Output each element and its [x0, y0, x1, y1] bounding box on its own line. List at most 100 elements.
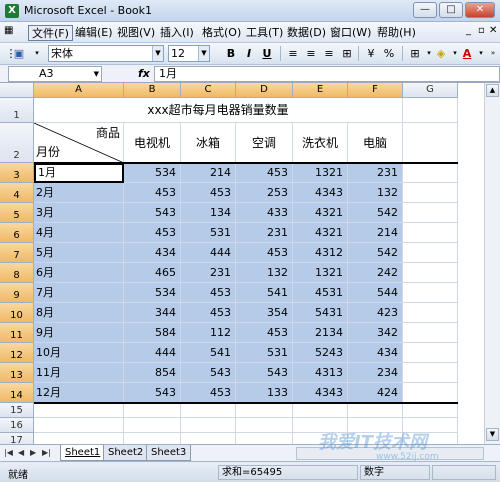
row-header-13[interactable]: 13 — [0, 363, 34, 383]
data-cell[interactable]: 465 — [124, 263, 181, 283]
row-header-8[interactable]: 8 — [0, 263, 34, 283]
data-cell[interactable]: 453 — [124, 223, 181, 243]
data-cell[interactable]: 4343 — [293, 383, 348, 403]
data-cell[interactable]: 854 — [124, 363, 181, 383]
data-cell[interactable]: 453 — [236, 323, 293, 343]
formula-input[interactable]: 1月 — [154, 66, 500, 82]
cell-g[interactable] — [403, 323, 458, 343]
excel-app-icon[interactable]: X — [5, 4, 19, 18]
data-cell[interactable]: 1321 — [293, 263, 348, 283]
data-cell[interactable]: 543 — [124, 383, 181, 403]
data-cell[interactable]: 4321 — [293, 223, 348, 243]
data-cell[interactable]: 534 — [124, 283, 181, 303]
column-title-cell[interactable]: 冰箱 — [181, 123, 236, 163]
active-cell[interactable]: 1月 — [34, 163, 124, 183]
percent-button[interactable]: % — [380, 45, 398, 62]
insert-function-icon[interactable]: fx — [138, 67, 150, 80]
empty-cell[interactable] — [403, 418, 458, 433]
empty-cell[interactable] — [181, 418, 236, 433]
empty-cell[interactable] — [124, 403, 181, 418]
worksheet-grid[interactable]: ABCDEFG 1 2 3 4 5 6 7 8 9 10 11 12 13 14 15 16 17 xxx超市每… — [0, 83, 500, 448]
month-cell[interactable]: 10月 — [34, 343, 124, 363]
data-cell[interactable]: 534 — [124, 163, 181, 183]
column-header-d[interactable]: D — [236, 83, 293, 98]
data-cell[interactable]: 1321 — [293, 163, 348, 183]
row-header-10[interactable]: 10 — [0, 303, 34, 323]
menu-file[interactable]: 文件(F) — [28, 25, 73, 41]
empty-cell[interactable] — [348, 418, 403, 433]
data-cell[interactable]: 134 — [181, 203, 236, 223]
empty-cell[interactable] — [124, 418, 181, 433]
cell-g[interactable] — [403, 383, 458, 403]
menu-view[interactable]: 视图(V) — [114, 25, 158, 41]
data-cell[interactable]: 234 — [348, 363, 403, 383]
row-header-6[interactable]: 6 — [0, 223, 34, 243]
row-header-1[interactable]: 1 — [0, 98, 34, 123]
data-cell[interactable]: 544 — [348, 283, 403, 303]
data-cell[interactable]: 543 — [236, 363, 293, 383]
data-cell[interactable]: 453 — [181, 183, 236, 203]
data-cell[interactable]: 231 — [348, 163, 403, 183]
month-cell[interactable]: 3月 — [34, 203, 124, 223]
month-cell[interactable]: 7月 — [34, 283, 124, 303]
chevron-down-icon[interactable]: ▼ — [198, 46, 209, 61]
data-cell[interactable]: 434 — [348, 343, 403, 363]
row-header-3[interactable]: 3 — [0, 163, 34, 183]
cell-g2[interactable] — [403, 123, 458, 163]
data-cell[interactable]: 4313 — [293, 363, 348, 383]
bold-button[interactable]: B — [222, 45, 240, 62]
row-header-9[interactable]: 9 — [0, 283, 34, 303]
data-cell[interactable]: 214 — [348, 223, 403, 243]
data-cell[interactable]: 444 — [124, 343, 181, 363]
cell-g[interactable] — [403, 243, 458, 263]
vertical-scrollbar[interactable]: ▲ ▼ — [484, 83, 500, 444]
data-cell[interactable]: 543 — [124, 203, 181, 223]
data-cell[interactable]: 542 — [348, 243, 403, 263]
cell-g[interactable] — [403, 343, 458, 363]
currency-button[interactable]: ¥ — [362, 45, 380, 62]
empty-cell[interactable] — [181, 403, 236, 418]
diagonal-header-cell[interactable]: 商品 月份 — [34, 123, 124, 163]
column-header-c[interactable]: C — [181, 83, 236, 98]
data-cell[interactable]: 242 — [348, 263, 403, 283]
column-header-f[interactable]: F — [348, 83, 403, 98]
data-cell[interactable]: 5431 — [293, 303, 348, 323]
month-cell[interactable]: 11月 — [34, 363, 124, 383]
data-cell[interactable]: 444 — [181, 243, 236, 263]
menu-tools[interactable]: 工具(T) — [243, 25, 286, 41]
month-cell[interactable]: 2月 — [34, 183, 124, 203]
row-header-2[interactable]: 2 — [0, 123, 34, 163]
doc-restore-icon[interactable]: ▫ — [478, 25, 485, 36]
scroll-up-icon[interactable]: ▲ — [486, 84, 499, 97]
data-cell[interactable]: 2134 — [293, 323, 348, 343]
toolbar-options-icon[interactable]: ▾ — [28, 45, 46, 62]
data-cell[interactable]: 542 — [348, 203, 403, 223]
data-cell[interactable]: 133 — [236, 383, 293, 403]
column-title-cell[interactable]: 电视机 — [124, 123, 181, 163]
row-header-4[interactable]: 4 — [0, 183, 34, 203]
data-cell[interactable]: 424 — [348, 383, 403, 403]
scroll-down-icon[interactable]: ▼ — [486, 428, 499, 441]
data-cell[interactable]: 253 — [236, 183, 293, 203]
data-cell[interactable]: 342 — [348, 323, 403, 343]
first-sheet-icon[interactable]: |◀ — [4, 448, 13, 457]
data-cell[interactable]: 584 — [124, 323, 181, 343]
last-sheet-icon[interactable]: ▶| — [42, 448, 51, 457]
merge-center-icon[interactable]: ⊞ — [338, 45, 356, 62]
empty-cell[interactable] — [403, 403, 458, 418]
data-cell[interactable]: 5243 — [293, 343, 348, 363]
data-cell[interactable]: 112 — [181, 323, 236, 343]
menu-format[interactable]: 格式(O) — [199, 25, 244, 41]
menu-insert[interactable]: 插入(I) — [157, 25, 197, 41]
row-header-16[interactable]: 16 — [0, 418, 34, 433]
sheet-tab-2[interactable]: Sheet2 — [103, 445, 149, 461]
font-size-combo[interactable]: 12 ▼ — [168, 45, 210, 62]
empty-cell[interactable] — [348, 403, 403, 418]
row-header-7[interactable]: 7 — [0, 243, 34, 263]
empty-cell[interactable] — [236, 418, 293, 433]
data-cell[interactable]: 543 — [181, 363, 236, 383]
doc-close-icon[interactable]: ✕ — [489, 25, 497, 36]
data-cell[interactable]: 453 — [236, 243, 293, 263]
data-cell[interactable]: 531 — [236, 343, 293, 363]
data-cell[interactable]: 4321 — [293, 203, 348, 223]
